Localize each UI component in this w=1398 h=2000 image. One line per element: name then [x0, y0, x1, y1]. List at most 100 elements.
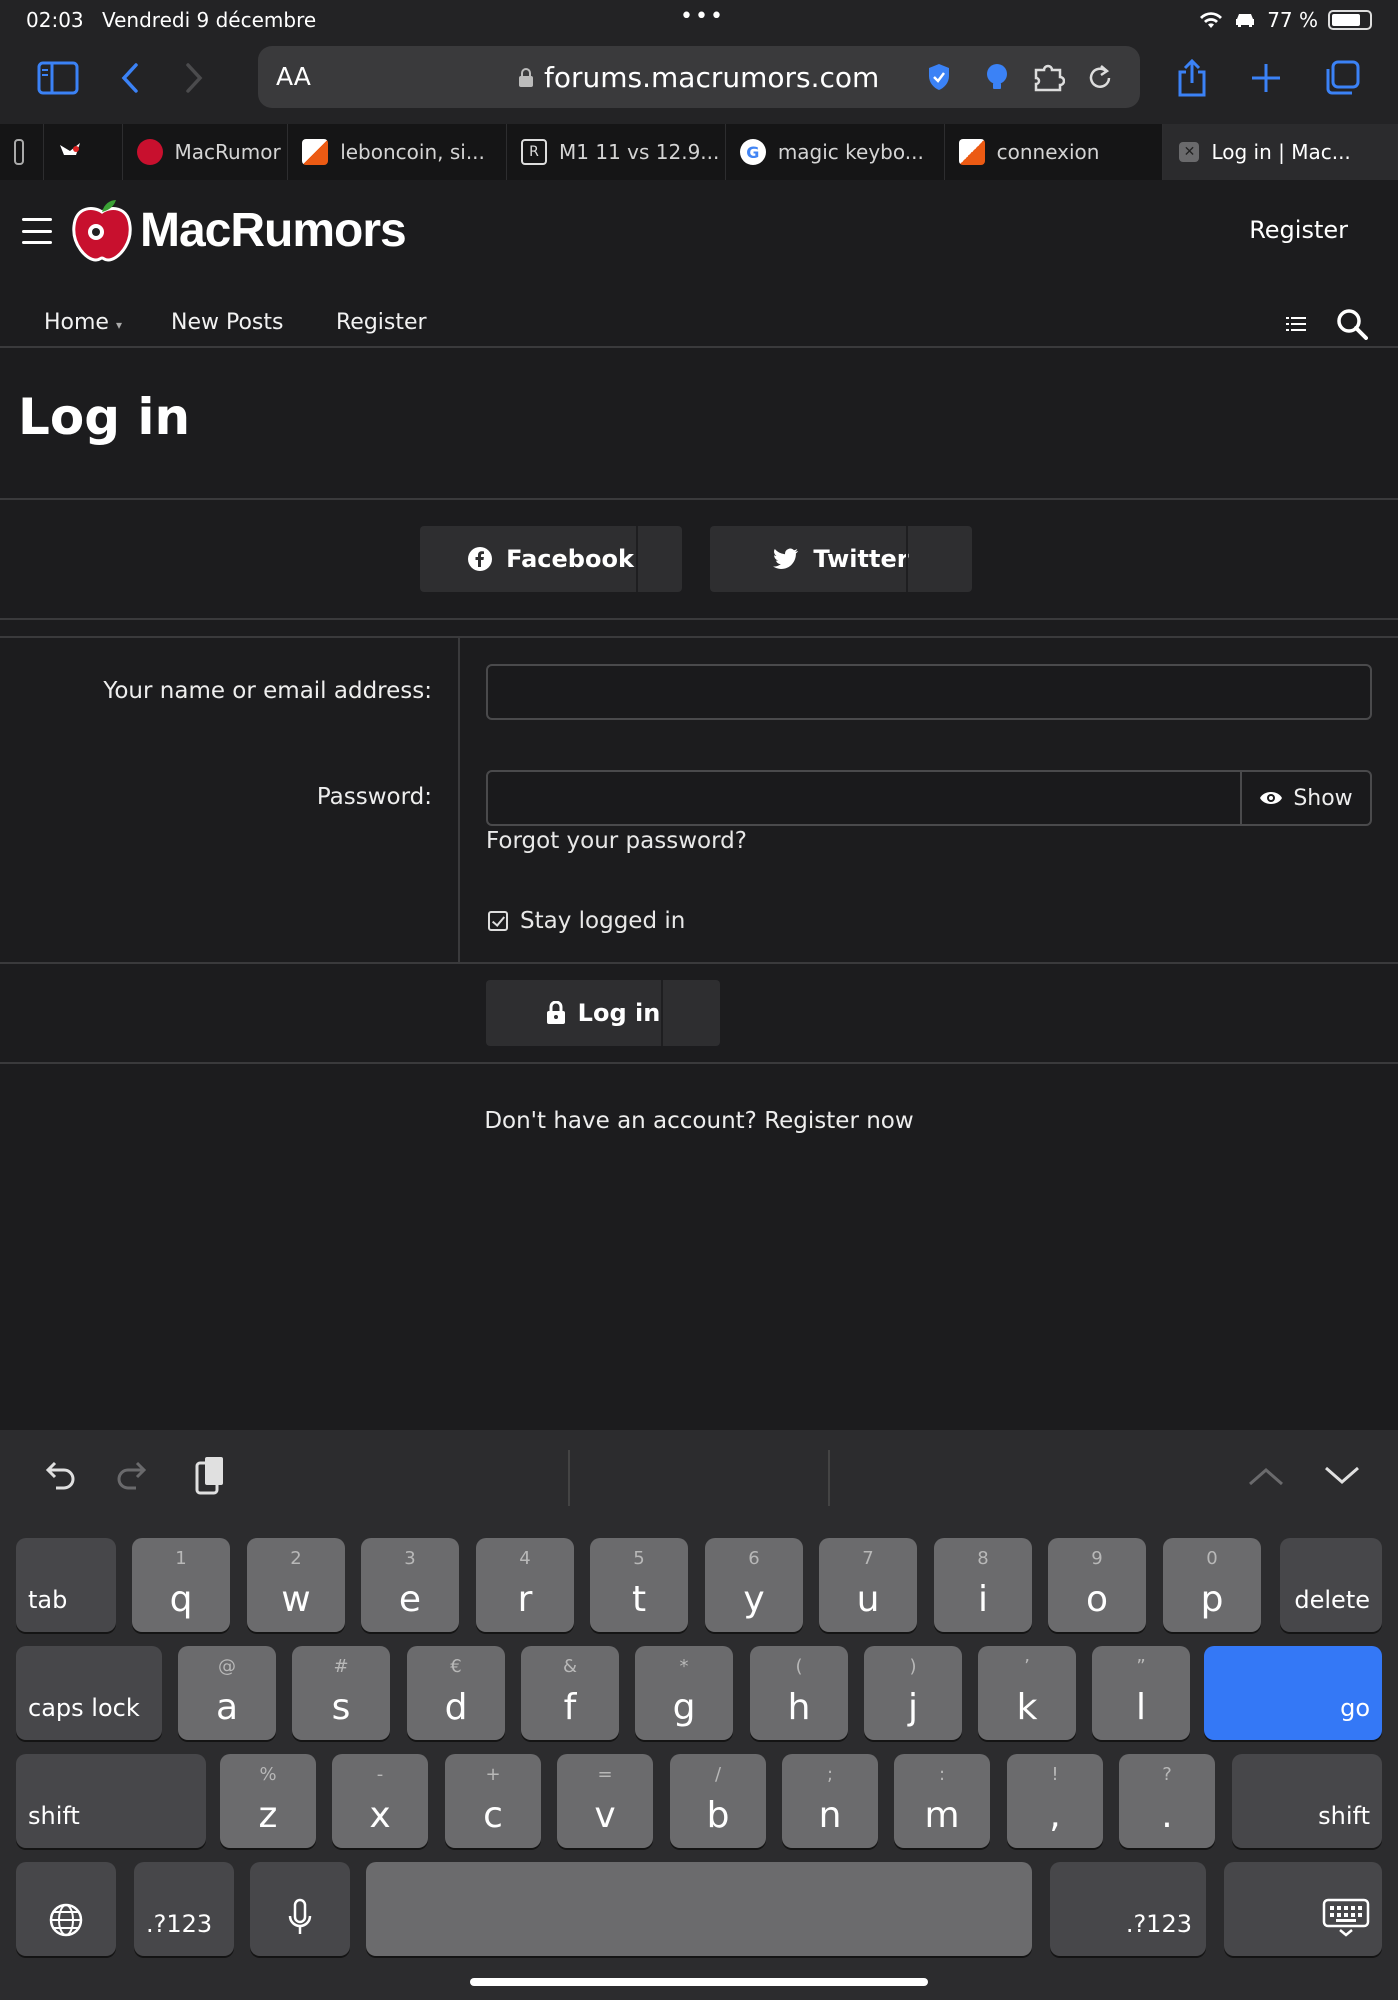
- tab-macrumors[interactable]: MacRumor: [123, 124, 289, 180]
- letter-key[interactable]: € d: [407, 1646, 505, 1740]
- tab-leboncoin[interactable]: leboncoin, si...: [288, 124, 507, 180]
- tab-m1-comparison[interactable]: R M1 11 vs 12.9...: [507, 124, 726, 180]
- letter-key[interactable]: -x: [332, 1754, 428, 1848]
- apple-logo-icon: [72, 200, 132, 262]
- letter-key[interactable]: 5t: [590, 1538, 688, 1632]
- letter-key[interactable]: 1q: [132, 1538, 230, 1632]
- extension-puzzle-icon[interactable]: [1032, 60, 1066, 94]
- key-secondary-label: /: [714, 1764, 722, 1785]
- letter-key[interactable]: 7u: [819, 1538, 917, 1632]
- tab-key[interactable]: tab: [16, 1538, 116, 1632]
- nav-register[interactable]: Register: [336, 310, 427, 335]
- next-field-icon[interactable]: [1320, 1454, 1364, 1498]
- delete-key[interactable]: delete: [1280, 1538, 1382, 1632]
- letter-key[interactable]: !,: [1007, 1754, 1103, 1848]
- numbers-key-left[interactable]: .?123: [134, 1862, 234, 1956]
- new-tab-icon[interactable]: [1244, 56, 1288, 100]
- twitter-login-button[interactable]: Twitter: [710, 526, 972, 592]
- extension-bulb-icon[interactable]: [980, 60, 1014, 94]
- reload-icon[interactable]: [1084, 60, 1118, 94]
- letter-key[interactable]: :m: [894, 1754, 990, 1848]
- shift-label: shift: [1318, 1802, 1370, 1830]
- letter-key[interactable]: 9o: [1048, 1538, 1146, 1632]
- home-indicator[interactable]: [470, 1978, 928, 1986]
- reader-aa-button[interactable]: AA: [276, 62, 311, 91]
- search-icon[interactable]: [1336, 308, 1368, 340]
- letter-key[interactable]: ) j: [864, 1646, 962, 1740]
- letter-key[interactable]: = v: [557, 1754, 653, 1848]
- divider: [0, 1062, 1398, 1064]
- tab-label: Log in | Mac...: [1211, 140, 1351, 164]
- show-password-button[interactable]: Show: [1240, 772, 1370, 824]
- forward-icon[interactable]: [172, 56, 216, 100]
- back-icon[interactable]: [108, 56, 152, 100]
- letter-key[interactable]: ?.: [1119, 1754, 1215, 1848]
- letter-key[interactable]: ’ k: [978, 1646, 1076, 1740]
- share-icon[interactable]: [1170, 56, 1214, 100]
- key-secondary-label: 2: [290, 1548, 302, 1569]
- caps-lock-key[interactable]: caps lock: [16, 1646, 162, 1740]
- letter-key[interactable]: # s: [292, 1646, 390, 1740]
- facebook-login-button[interactable]: Facebook: [420, 526, 682, 592]
- tab-connexion[interactable]: connexion: [945, 124, 1164, 180]
- register-now-link[interactable]: Don't have an account? Register now: [0, 1108, 1398, 1134]
- letter-key[interactable]: 4r: [476, 1538, 574, 1632]
- header-register-link[interactable]: Register: [1249, 216, 1348, 244]
- nav-home[interactable]: Home ▾: [44, 310, 122, 335]
- numbers-key-right[interactable]: .?123: [1050, 1862, 1206, 1956]
- tab-blank[interactable]: [0, 124, 44, 180]
- go-key[interactable]: go: [1204, 1646, 1382, 1740]
- letter-key[interactable]: 3e: [361, 1538, 459, 1632]
- letter-key[interactable]: 2w: [247, 1538, 345, 1632]
- space-key[interactable]: [366, 1862, 1032, 1956]
- hide-keyboard-key[interactable]: [1224, 1862, 1382, 1956]
- letter-key[interactable]: 8i: [934, 1538, 1032, 1632]
- left-shift-key[interactable]: shift: [16, 1754, 206, 1848]
- dictation-key[interactable]: [250, 1862, 350, 1956]
- address-bar[interactable]: AA forums.macrumors.com: [258, 46, 1140, 108]
- key-secondary-label: 6: [748, 1548, 760, 1569]
- status-bar: 02:03 Vendredi 9 décembre ••• 77 %: [0, 0, 1398, 38]
- paste-icon[interactable]: [188, 1454, 232, 1498]
- key-primary-label: f: [563, 1687, 577, 1728]
- letter-key[interactable]: % z: [220, 1754, 316, 1848]
- tab-bird[interactable]: [44, 124, 123, 180]
- right-shift-key[interactable]: shift: [1232, 1754, 1382, 1848]
- tabs-overview-icon[interactable]: [1320, 56, 1364, 100]
- letter-key[interactable]: & f: [521, 1646, 619, 1740]
- letter-key[interactable]: + c: [445, 1754, 541, 1848]
- list-icon[interactable]: [1286, 316, 1306, 332]
- stay-logged-in-label: Stay logged in: [520, 908, 686, 934]
- password-input[interactable]: Show: [486, 770, 1372, 826]
- redo-icon[interactable]: [112, 1454, 156, 1498]
- nav-new-posts[interactable]: New Posts: [171, 310, 283, 335]
- stay-logged-in-checkbox[interactable]: [488, 911, 508, 931]
- letter-key[interactable]: @ a: [178, 1646, 276, 1740]
- stay-logged-in-row[interactable]: Stay logged in: [488, 908, 685, 934]
- key-primary-label: r: [517, 1579, 533, 1620]
- undo-icon[interactable]: [36, 1454, 80, 1498]
- name-email-input[interactable]: [486, 664, 1372, 720]
- shield-icon[interactable]: [922, 60, 956, 94]
- multitasking-dots-icon[interactable]: •••: [680, 4, 725, 29]
- login-submit-button[interactable]: Log in: [486, 980, 720, 1046]
- letter-key[interactable]: * g: [635, 1646, 733, 1740]
- forgot-password-link[interactable]: Forgot your password?: [486, 828, 747, 854]
- globe-key[interactable]: [16, 1862, 116, 1956]
- sidebar-icon[interactable]: [36, 56, 80, 100]
- macrumors-logo[interactable]: MacRumors: [66, 194, 407, 266]
- previous-field-icon[interactable]: [1244, 1454, 1288, 1498]
- on-screen-keyboard: tab delete caps lock go shift shift .?12…: [0, 1522, 1398, 2000]
- close-icon[interactable]: ✕: [1179, 142, 1200, 162]
- letter-key[interactable]: ; n: [782, 1754, 878, 1848]
- letter-key[interactable]: ” l: [1092, 1646, 1190, 1740]
- tab-google[interactable]: G magic keybo...: [726, 124, 945, 180]
- letter-key[interactable]: 0p: [1163, 1538, 1261, 1632]
- letter-key[interactable]: 6y: [705, 1538, 803, 1632]
- letter-key[interactable]: / b: [670, 1754, 766, 1848]
- keyboard-dismiss-icon: [1224, 1898, 1382, 1938]
- menu-icon[interactable]: [22, 218, 52, 244]
- letter-key[interactable]: (h: [750, 1646, 848, 1740]
- tab-login-active[interactable]: ✕ Log in | Mac...: [1163, 124, 1398, 180]
- shift-label: shift: [28, 1802, 80, 1830]
